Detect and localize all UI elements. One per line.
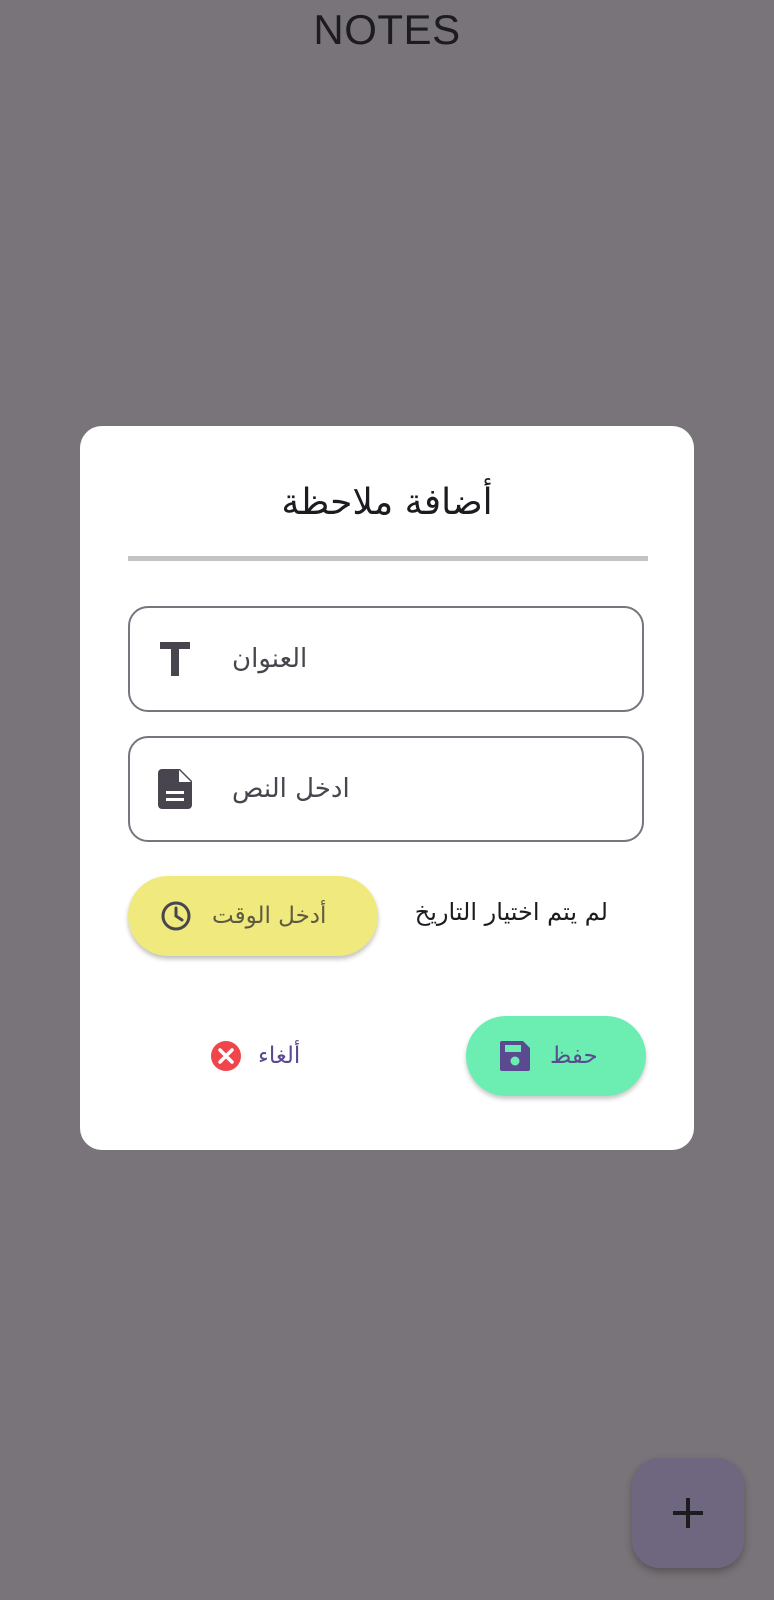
cancel-label: ألغاء — [258, 1043, 301, 1069]
save-label: حفظ — [550, 1043, 598, 1069]
dialog-title: أضافة ملاحظة — [281, 482, 493, 523]
plus-icon — [670, 1495, 706, 1531]
cancel-circle-icon — [210, 1040, 242, 1072]
add-note-dialog: أضافة ملاحظة العنوان ادخل النص أدخل الوق… — [80, 426, 694, 1150]
note-title-field[interactable]: العنوان — [128, 606, 644, 712]
note-body-placeholder: ادخل النص — [232, 774, 350, 804]
enter-time-label: أدخل الوقت — [212, 903, 327, 929]
save-icon — [500, 1041, 530, 1071]
clock-icon — [160, 900, 192, 932]
date-status-text: لم يتم اختيار التاريخ — [414, 898, 608, 926]
document-icon — [158, 769, 192, 809]
app-title: NOTES — [313, 6, 461, 53]
note-title-placeholder: العنوان — [232, 644, 308, 674]
add-note-fab[interactable] — [632, 1458, 744, 1568]
enter-time-button[interactable]: أدخل الوقت — [128, 876, 378, 956]
note-body-field[interactable]: ادخل النص — [128, 736, 644, 842]
title-divider — [128, 556, 648, 561]
cancel-button[interactable]: ألغاء — [202, 1026, 312, 1086]
text-title-icon — [158, 640, 192, 678]
save-button[interactable]: حفظ — [466, 1016, 646, 1096]
